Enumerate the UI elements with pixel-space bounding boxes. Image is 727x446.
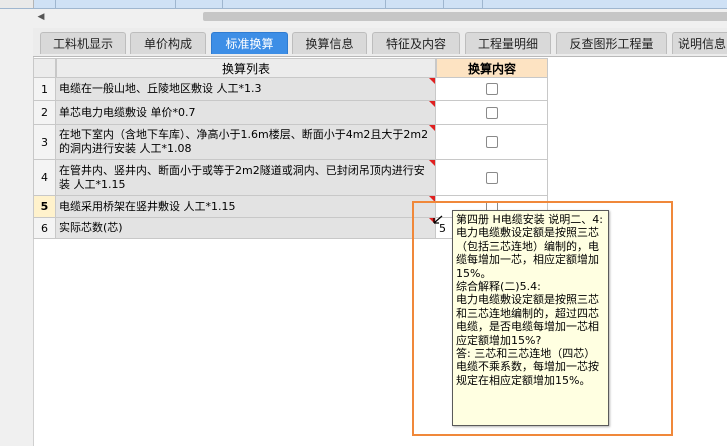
conversion-checkbox-cell[interactable] xyxy=(436,125,548,160)
table-row[interactable]: 2 单芯电力电缆敷设 单价*0.7 xyxy=(33,101,548,125)
tab-features-content[interactable]: 特征及内容 xyxy=(372,32,460,54)
column-separator xyxy=(443,0,444,8)
column-separator xyxy=(175,0,176,8)
header-conversion-content: 换算内容 xyxy=(436,58,548,78)
conversion-checkbox-cell[interactable] xyxy=(436,101,548,125)
column-separator xyxy=(222,0,223,8)
conversion-checkbox[interactable] xyxy=(485,171,498,184)
header-conversion-list: 换算列表 xyxy=(56,58,436,78)
scrollbar-thumb[interactable] xyxy=(203,12,727,21)
column-separator xyxy=(55,0,56,8)
comment-marker-icon xyxy=(429,78,435,84)
table-row[interactable]: 3 在地下室内（含地下车库）、净高小于1.6m楼层、断面小于4m2且大于2m2的… xyxy=(33,125,548,160)
row-number: 2 xyxy=(33,101,56,125)
tab-bar: 工料机显示 单价构成 标准换算 换算信息 特征及内容 工程量明细 反查图形工程量… xyxy=(33,28,727,57)
conversion-checkbox[interactable] xyxy=(485,83,498,95)
header-row-number xyxy=(33,58,56,78)
conversion-item-text: 电缆采用桥架在竖井敷设 人工*1.15 xyxy=(56,196,436,218)
tab-description-info[interactable]: 说明信息 xyxy=(672,32,727,54)
tooltip-line: 答: 三芯和三芯连地（四芯）电缆不乘系数，每增加一芯按规定在相应定额增加15%。 xyxy=(456,347,599,387)
conversion-checkbox-cell[interactable] xyxy=(436,78,548,101)
conversion-checkbox[interactable] xyxy=(485,106,498,119)
conversion-item-text: 在管井内、竖井内、断面小于或等于2m2隧道或洞内、已封闭吊顶内进行安装 人工*1… xyxy=(56,160,436,196)
tab-quantity-details[interactable]: 工程量明细 xyxy=(465,32,551,54)
conversion-item-text: 在地下室内（含地下车库）、净高小于1.6m楼层、断面小于4m2且大于2m2的洞内… xyxy=(56,125,436,160)
comment-marker-icon xyxy=(429,101,435,107)
conversion-item-text: 电缆在一般山地、丘陵地区敷设 人工*1.3 xyxy=(56,78,436,101)
previous-table-row[interactable] xyxy=(0,0,727,9)
row-number: 1 xyxy=(33,78,56,101)
row-header-cell xyxy=(0,0,34,8)
row-number: 3 xyxy=(33,125,56,160)
tab-unit-price-composition[interactable]: 单价构成 xyxy=(130,32,206,54)
comment-marker-icon xyxy=(429,160,435,166)
left-margin xyxy=(0,28,34,446)
table-row[interactable]: 4 在管井内、竖井内、断面小于或等于2m2隧道或洞内、已封闭吊顶内进行安装 人工… xyxy=(33,160,548,196)
conversion-item-text: 实际芯数(芯) xyxy=(56,218,436,239)
row-number: 6 xyxy=(33,218,56,239)
tab-conversion-info[interactable]: 换算信息 xyxy=(292,32,367,54)
conversion-item-text: 单芯电力电缆敷设 单价*0.7 xyxy=(56,101,436,125)
conversion-checkbox-cell[interactable] xyxy=(436,160,548,196)
comment-marker-icon xyxy=(429,196,435,202)
conversion-checkbox[interactable] xyxy=(485,136,498,148)
scroll-left-icon[interactable]: ◀ xyxy=(35,10,47,24)
tab-reverse-lookup-quantity[interactable]: 反查图形工程量 xyxy=(556,32,667,54)
row-number: 5 xyxy=(33,196,56,218)
tooltip-line: 电力电缆敷设定额是按照三芯（包括三芯连地）编制的，电缆每增加一芯，相应定额增加1… xyxy=(456,226,599,280)
tooltip-line: 综合解释(二)5.4: xyxy=(456,280,541,294)
tooltip-line: 电力电缆敷设定额是按照三芯和三芯连地编制的，超过四芯电缆，是否电缆每增加一芯相应… xyxy=(456,293,599,347)
tab-standard-conversion[interactable]: 标准换算 xyxy=(211,32,288,54)
column-separator xyxy=(482,0,483,8)
horizontal-scrollbar[interactable]: ◀ xyxy=(33,10,727,24)
table-row[interactable]: 1 电缆在一般山地、丘陵地区敷设 人工*1.3 xyxy=(33,78,548,101)
description-tooltip: 第四册 H电缆安装 说明二、4: 电力电缆敷设定额是按照三芯（包括三芯连地）编制… xyxy=(452,210,609,426)
row-number: 4 xyxy=(33,160,56,196)
comment-marker-icon xyxy=(429,125,435,131)
tooltip-line: 第四册 H电缆安装 说明二、4: xyxy=(456,213,603,226)
tab-labor-material-machine[interactable]: 工料机显示 xyxy=(40,32,126,54)
column-separator xyxy=(385,0,386,8)
